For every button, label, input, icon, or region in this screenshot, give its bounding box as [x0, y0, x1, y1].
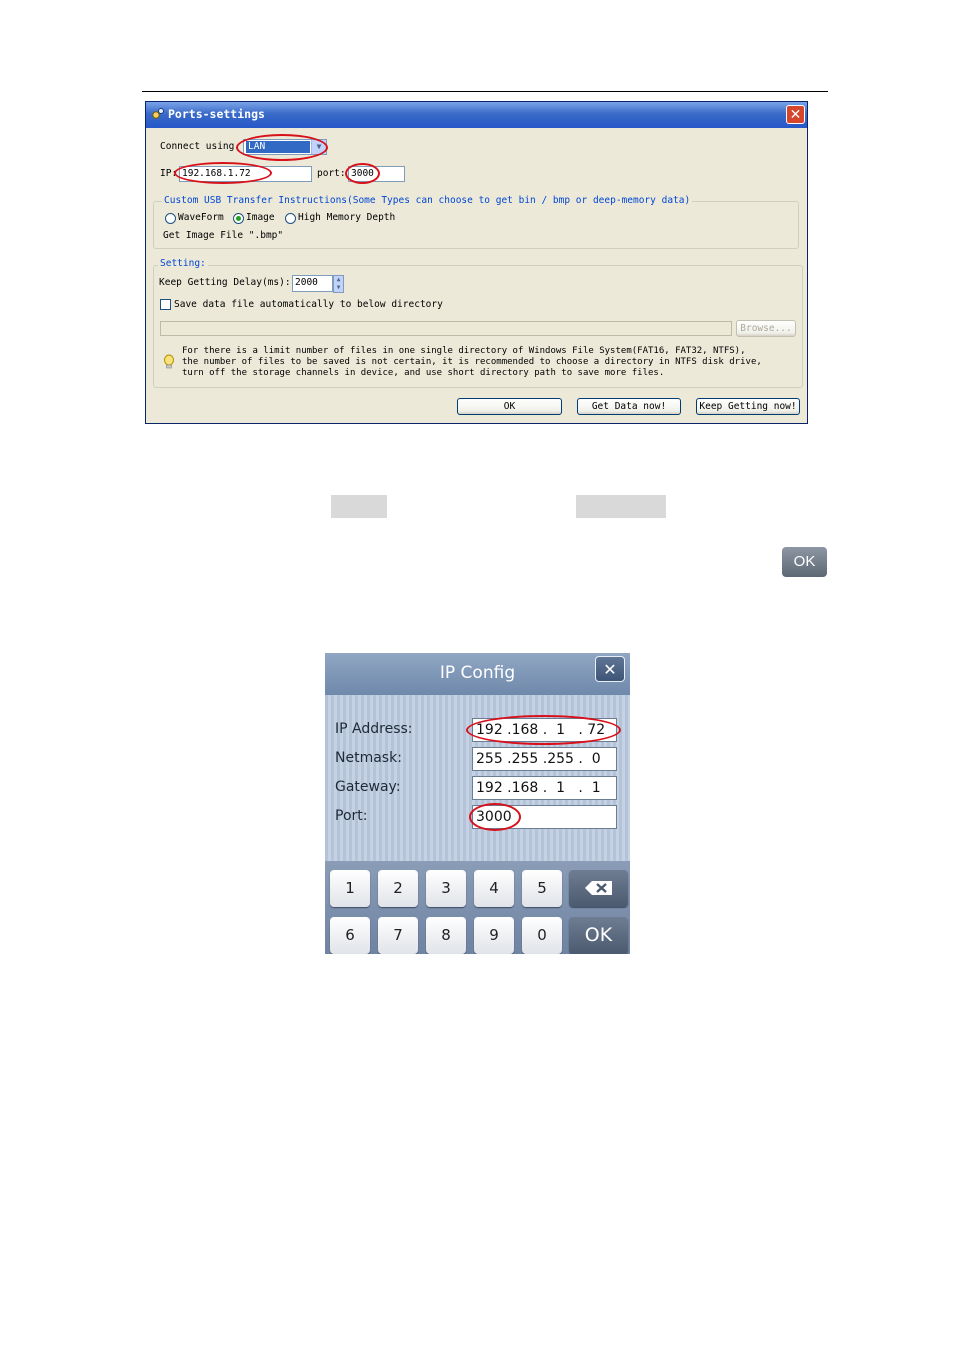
key-2[interactable]: 2: [378, 870, 418, 907]
ok-key-chip: OK: [782, 547, 827, 577]
key-7[interactable]: 7: [378, 917, 418, 954]
radio-image[interactable]: [233, 213, 244, 224]
key-0[interactable]: 0: [522, 917, 562, 954]
ip-config-form: IP Address: 192 .168 . 1 . 72 Netmask: 2…: [325, 695, 630, 861]
radio-image-label: Image: [246, 212, 275, 223]
usb-transfer-group: [153, 201, 799, 249]
directory-input[interactable]: [160, 321, 732, 336]
highlight-box: [331, 495, 387, 518]
radio-waveform-label: WaveForm: [178, 212, 224, 223]
ports-settings-dialog: Ports-settings ✕ Connect using LAN ▼ IP:…: [145, 101, 808, 424]
key-5[interactable]: 5: [522, 870, 562, 907]
tip-line-2: the number of files to be saved is not c…: [182, 357, 762, 367]
numeric-keypad: 1 2 3 4 5 6 7 8 9 0 OK: [325, 861, 630, 954]
highlight-ring: [345, 163, 380, 184]
header-rule: [142, 91, 828, 92]
dialog-titlebar[interactable]: Ports-settings ✕: [146, 102, 807, 128]
highlight-ring: [469, 803, 521, 831]
key-8[interactable]: 8: [426, 917, 466, 954]
keep-delay-input[interactable]: 2000: [292, 275, 333, 292]
ok-button[interactable]: OK: [457, 398, 562, 415]
backspace-button[interactable]: [569, 870, 628, 907]
port-label: port:: [317, 168, 346, 179]
netmask-field[interactable]: 255 .255 .255 . 0: [472, 747, 617, 771]
gears-icon: [152, 108, 164, 119]
usb-group-title: Custom USB Transfer Instructions(Some Ty…: [162, 195, 693, 206]
ip-config-header: IP Config ✕: [325, 653, 630, 695]
browse-button[interactable]: Browse...: [736, 320, 796, 337]
radio-high-memory[interactable]: [285, 213, 296, 224]
radio-waveform[interactable]: [165, 213, 176, 224]
save-data-checkbox[interactable]: [160, 299, 171, 310]
ip-address-label: IP Address:: [335, 721, 413, 737]
close-icon[interactable]: ✕: [786, 105, 805, 124]
highlight-ring: [236, 134, 328, 161]
save-checkbox-label: Save data file automatically to below di…: [174, 299, 443, 310]
port-label: Port:: [335, 808, 368, 824]
highlight-ring: [466, 715, 621, 745]
dialog-title: Ports-settings: [168, 107, 265, 121]
keypad-ok-button[interactable]: OK: [569, 917, 628, 954]
spin-arrows-icon[interactable]: ▲ ▼: [333, 275, 344, 293]
ip-config-title: IP Config: [439, 663, 516, 683]
key-9[interactable]: 9: [474, 917, 514, 954]
lightbulb-icon: [164, 354, 174, 369]
key-4[interactable]: 4: [474, 870, 514, 907]
keep-delay-label: Keep Getting Delay(ms):: [159, 277, 291, 288]
backspace-icon: [584, 881, 612, 895]
connect-using-label: Connect using: [160, 141, 235, 152]
highlight-ring: [174, 162, 272, 184]
get-data-now-button[interactable]: Get Data now!: [577, 398, 681, 415]
highlight-box: [576, 495, 666, 518]
setting-group-title: Setting:: [158, 258, 208, 269]
get-file-text: Get Image File ".bmp": [163, 230, 284, 241]
key-6[interactable]: 6: [330, 917, 370, 954]
tip-line-1: For there is a limit number of files in …: [182, 346, 746, 356]
ip-config-panel: IP Config ✕ IP Address: 192 .168 . 1 . 7…: [325, 653, 630, 954]
keep-getting-now-button[interactable]: Keep Getting now!: [696, 398, 800, 415]
key-1[interactable]: 1: [330, 870, 370, 907]
close-icon[interactable]: ✕: [595, 656, 625, 682]
radio-high-memory-label: High Memory Depth: [298, 212, 396, 223]
tip-line-3: turn off the storage channels in device,…: [182, 368, 665, 378]
netmask-label: Netmask:: [335, 750, 402, 766]
gateway-field[interactable]: 192 .168 . 1 . 1: [472, 776, 617, 800]
gateway-label: Gateway:: [335, 779, 401, 795]
key-3[interactable]: 3: [426, 870, 466, 907]
